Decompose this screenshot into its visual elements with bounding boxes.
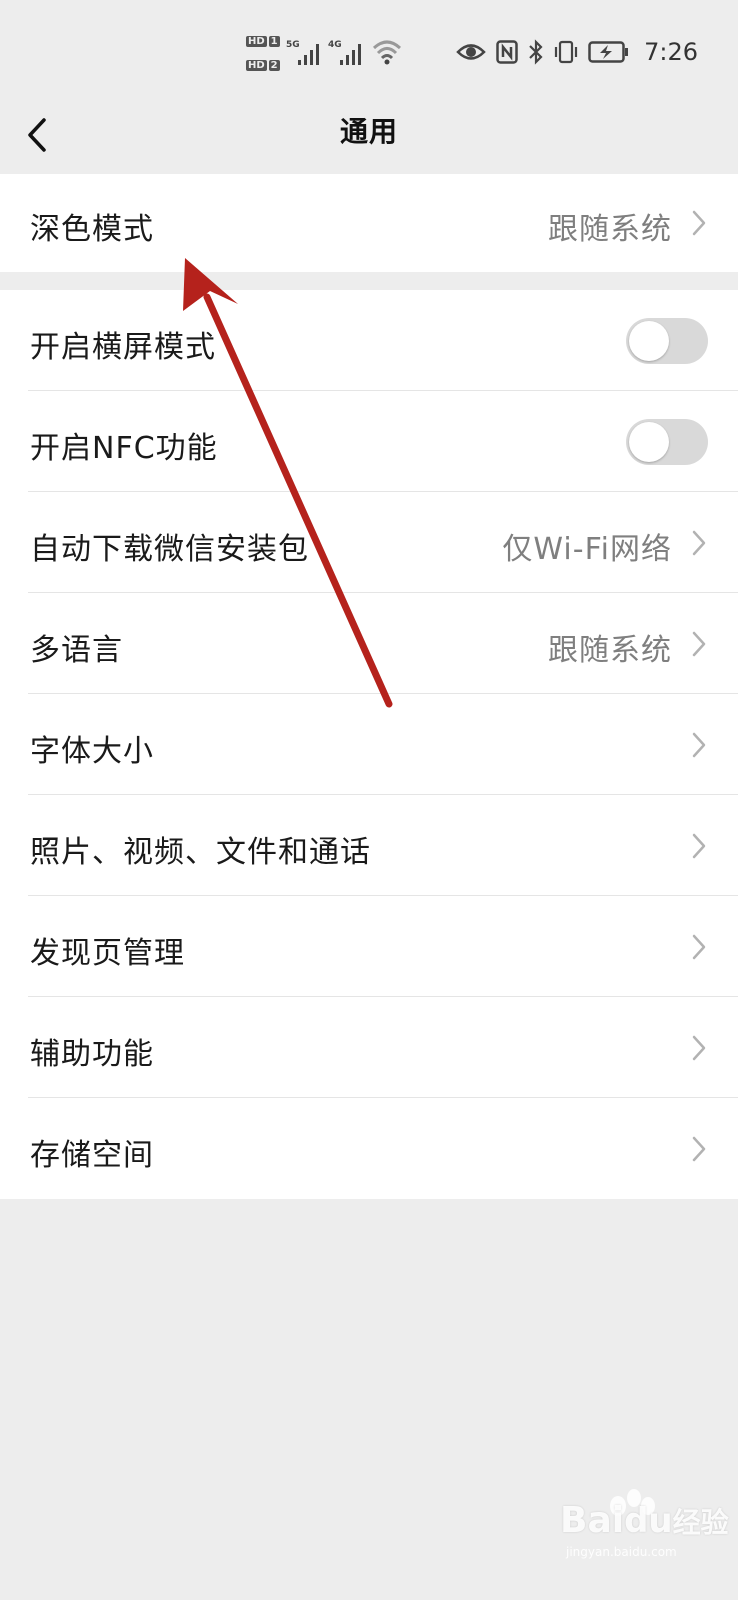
wifi-icon [372,40,402,65]
row-label: 开启NFC功能 [30,431,218,466]
row-value: 仅Wi-Fi网络 [502,532,672,567]
sim1-hd-badge: HD 1 [246,34,280,49]
settings-row-accessibility[interactable]: 辅助功能 [0,997,738,1098]
settings-row-font-size[interactable]: 字体大小 [0,694,738,795]
chevron-right-icon [692,1136,706,1162]
chevron-right-icon [692,631,706,657]
watermark-brand: Baidu经验 [560,1500,729,1541]
page-title: 通用 [339,115,398,148]
sim-index: 1 [268,36,280,47]
chevron-right-icon [692,934,706,960]
eye-icon [456,44,486,60]
status-icons: 7:26 [456,34,698,70]
settings-row-dark-mode[interactable]: 深色模式 跟随系统 [0,174,738,272]
row-label: 多语言 [30,633,123,668]
chevron-right-icon [692,210,706,236]
row-value: 跟随系统 [548,633,672,668]
dark-mode-group: 深色模式 跟随系统 [0,174,738,272]
settings-row-media[interactable]: 照片、视频、文件和通话 [0,795,738,896]
settings-row-auto-download[interactable]: 自动下载微信安装包 仅Wi-Fi网络 [0,492,738,593]
row-label: 开启横屏模式 [30,330,216,365]
row-label: 照片、视频、文件和通话 [30,835,371,870]
hd-label: HD [246,36,267,47]
status-time: 7:26 [644,38,698,66]
row-label: 自动下载微信安装包 [30,532,309,567]
row-label: 深色模式 [30,212,154,247]
sim2-hd-badge: HD 2 [246,58,280,73]
chevron-right-icon [692,833,706,859]
status-bar: HD 1 HD 2 5G 4G 7:26 [0,0,738,100]
row-value: 跟随系统 [548,212,672,247]
toggle-knob [629,321,669,361]
hd-label: HD [246,60,267,71]
chevron-right-icon [692,1035,706,1061]
sim-index: 2 [268,60,280,71]
settings-row-landscape[interactable]: 开启横屏模式 [0,290,738,391]
settings-row-nfc[interactable]: 开启NFC功能 [0,391,738,492]
signal-icon [298,44,319,65]
vibrate-icon [554,40,578,64]
row-label: 字体大小 [30,734,154,769]
row-label: 发现页管理 [30,936,185,971]
watermark-du: du [624,1501,673,1541]
nfc-icon [496,40,518,64]
landscape-toggle[interactable] [626,318,708,364]
watermark-url: jingyan.baidu.com [566,1545,677,1559]
nav-bar: 通用 [0,100,738,174]
row-label: 存储空间 [30,1138,154,1173]
battery-charging-icon [588,41,629,63]
watermark-brand-cn: 经验 [672,1506,729,1539]
chevron-right-icon [692,732,706,758]
row-label: 辅助功能 [30,1037,154,1072]
watermark-brand-latin: Bai [560,1500,625,1541]
settings-row-storage[interactable]: 存储空间 [0,1098,738,1199]
settings-group: 开启横屏模式 开启NFC功能 自动下载微信安装包 仅Wi-Fi网络 多语言 跟随… [0,290,738,1199]
settings-row-language[interactable]: 多语言 跟随系统 [0,593,738,694]
bluetooth-icon [529,39,543,65]
settings-row-discover[interactable]: 发现页管理 [0,896,738,997]
toggle-knob [629,422,669,462]
chevron-right-icon [692,530,706,556]
signal-icon [340,44,361,65]
nfc-toggle[interactable] [626,419,708,465]
